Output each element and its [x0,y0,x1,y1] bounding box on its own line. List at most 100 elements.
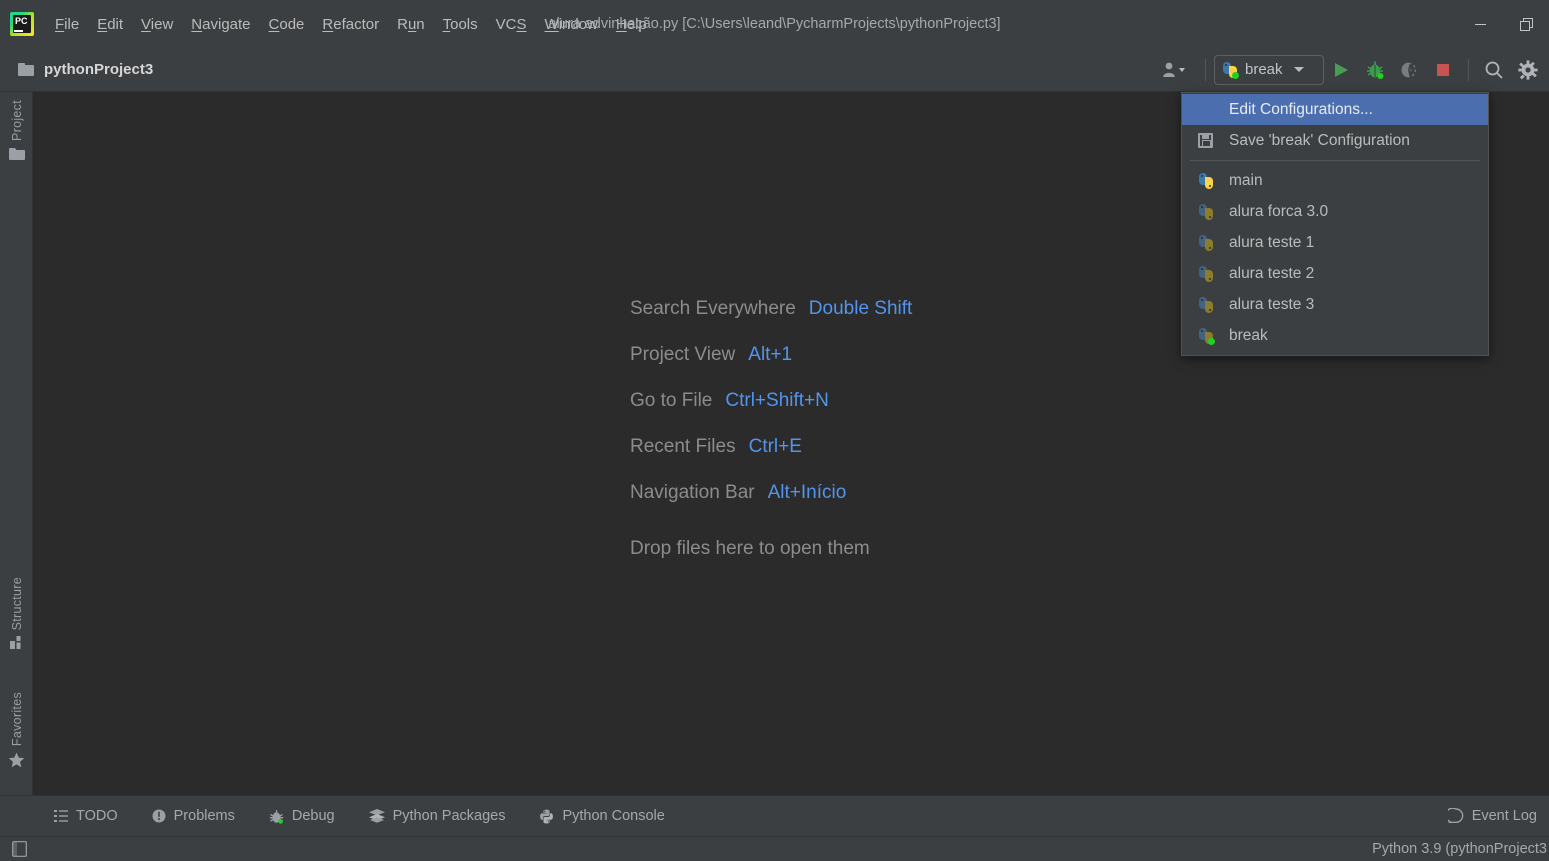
bottom-item-problems[interactable]: Problems [142,804,245,828]
menu-item-label: main [1229,171,1263,189]
menu-item-label: alura teste 1 [1229,233,1315,251]
sidebar-item-favorites[interactable]: Favorites [0,692,33,768]
hint-navigation-bar: Navigation Bar Alt+Início [630,482,912,504]
problems-icon [152,809,166,823]
menu-item-label: alura teste 2 [1229,264,1315,282]
menu-item-config-alura-teste-3[interactable]: alura teste 3 [1182,289,1488,320]
hint-project-view: Project View Alt+1 [630,344,912,366]
python-icon [1198,296,1214,313]
menu-separator [1190,160,1480,161]
hint-label: Search Everywhere [630,298,796,319]
main-toolbar: pythonProject3 break [0,48,1549,92]
python-icon [1198,265,1214,282]
hide-tool-windows-icon[interactable] [10,840,28,858]
gear-icon[interactable] [1511,55,1545,85]
hint-shortcut: Double Shift [808,298,913,319]
menu-navigate[interactable]: Navigate [182,12,259,37]
menu-item-label: Save 'break' Configuration [1229,131,1410,149]
hint-shortcut: Ctrl+E [748,436,802,457]
pycharm-logo-icon: PC [10,12,34,36]
minimize-icon[interactable] [1457,6,1503,42]
menu-code[interactable]: Code [260,12,314,37]
editor-hint-list: Search Everywhere Double Shift Project V… [630,298,912,560]
menu-item-config-break[interactable]: break [1182,320,1488,351]
sidebar-item-project-label: Project [9,100,24,142]
hint-go-to-file: Go to File Ctrl+Shift+N [630,390,912,412]
menu-edit-rest: dit [107,15,124,33]
stop-button[interactable] [1426,55,1460,85]
menu-code-rest: ode [279,15,305,33]
bottom-item-event-log[interactable]: Event Log [1438,804,1547,828]
run-configuration-selector[interactable]: break [1214,54,1324,85]
bottom-item-label: Debug [291,808,335,824]
pycharm-logo-bar [14,30,23,32]
menu-edit[interactable]: Edit [88,12,132,37]
hint-label: Go to File [630,390,713,411]
layers-icon [368,809,385,823]
run-button[interactable] [1324,55,1358,85]
menu-view[interactable]: View [132,12,182,37]
debug-button[interactable] [1358,55,1392,85]
todo-list-icon [54,810,68,822]
pycharm-window: PC File Edit View Navigate Code Refactor… [0,0,1549,861]
menu-run-rest: n [416,15,425,33]
python-icon [1198,327,1215,345]
search-icon[interactable] [1477,55,1511,85]
restore-icon[interactable] [1503,6,1549,42]
menu-item-config-main[interactable]: main [1182,165,1488,196]
menu-tools[interactable]: Tools [434,12,487,37]
bottom-item-python-console[interactable]: Python Console [529,804,674,828]
bottom-item-todo[interactable]: TODO [44,804,128,828]
bottom-tool-window-bar: TODO Problems Debug Python Packages Pyth… [0,795,1549,836]
menu-vcs[interactable]: VCS [487,12,536,37]
toolbar-separator-2 [1468,58,1469,81]
menu-help-rest: elp [626,15,647,33]
sidebar-item-project[interactable]: Project [0,100,33,161]
menu-window-rest: indow [558,15,598,33]
hint-shortcut: Alt+1 [748,344,793,365]
menu-item-edit-configurations[interactable]: Edit Configurations... [1182,94,1488,125]
folder-icon [8,147,25,161]
menu-run[interactable]: Run [388,12,434,37]
menu-item-config-alura-teste-1[interactable]: alura teste 1 [1182,227,1488,258]
menu-file[interactable]: File [46,12,88,37]
user-account-icon[interactable] [1153,55,1197,85]
star-icon [8,752,25,768]
menu-item-save-configuration[interactable]: Save 'break' Configuration [1182,125,1488,156]
menu-window[interactable]: Window [536,12,607,37]
hint-recent-files: Recent Files Ctrl+E [630,436,912,458]
menu-refactor[interactable]: Refactor [313,12,388,37]
hint-label: Project View [630,344,736,365]
sidebar-item-structure-label: Structure [9,577,24,631]
sidebar-item-structure[interactable]: Structure [0,577,33,650]
bottom-item-label: Python Console [562,808,665,824]
bottom-item-python-packages[interactable]: Python Packages [359,804,516,828]
window-controls [1457,0,1549,48]
menu-bar: File Edit View Navigate Code Refactor Ru… [46,12,656,37]
hint-search-everywhere: Search Everywhere Double Shift [630,298,912,320]
event-log-icon [1447,808,1464,824]
sidebar-item-favorites-label: Favorites [9,692,24,747]
menu-navigate-rest: avigate [202,15,251,33]
bottom-item-debug[interactable]: Debug [259,804,345,828]
menu-item-config-alura-teste-2[interactable]: alura teste 2 [1182,258,1488,289]
menu-help[interactable]: Help [607,12,656,37]
menu-item-label: alura forca 3.0 [1229,202,1329,220]
bottom-item-label: Python Packages [392,808,506,824]
floppy-disk-icon [1182,133,1229,148]
running-indicator-dot [1232,71,1239,79]
run-configuration-dropdown-menu: Edit Configurations... Save 'break' Conf… [1181,92,1489,356]
menu-item-config-alura-forca-3-0[interactable]: alura forca 3.0 [1182,196,1488,227]
menu-refactor-rest: efactor [333,15,380,33]
python-interpreter-label[interactable]: Python 3.9 (pythonProject3 [1372,841,1549,857]
status-bar: Python 3.9 (pythonProject3 [0,836,1549,861]
running-indicator-dot [1207,337,1215,345]
run-with-coverage-button[interactable] [1392,55,1426,85]
toolbar-actions: break [1153,48,1549,92]
hint-label: Recent Files [630,436,736,457]
menu-view-rest: iew [150,15,174,33]
bottom-tool-window-items: TODO Problems Debug Python Packages Pyth… [44,804,675,828]
folder-icon [18,63,34,76]
hint-shortcut: Ctrl+Shift+N [725,390,829,411]
hint-drop-files: Drop files here to open them [630,538,870,559]
